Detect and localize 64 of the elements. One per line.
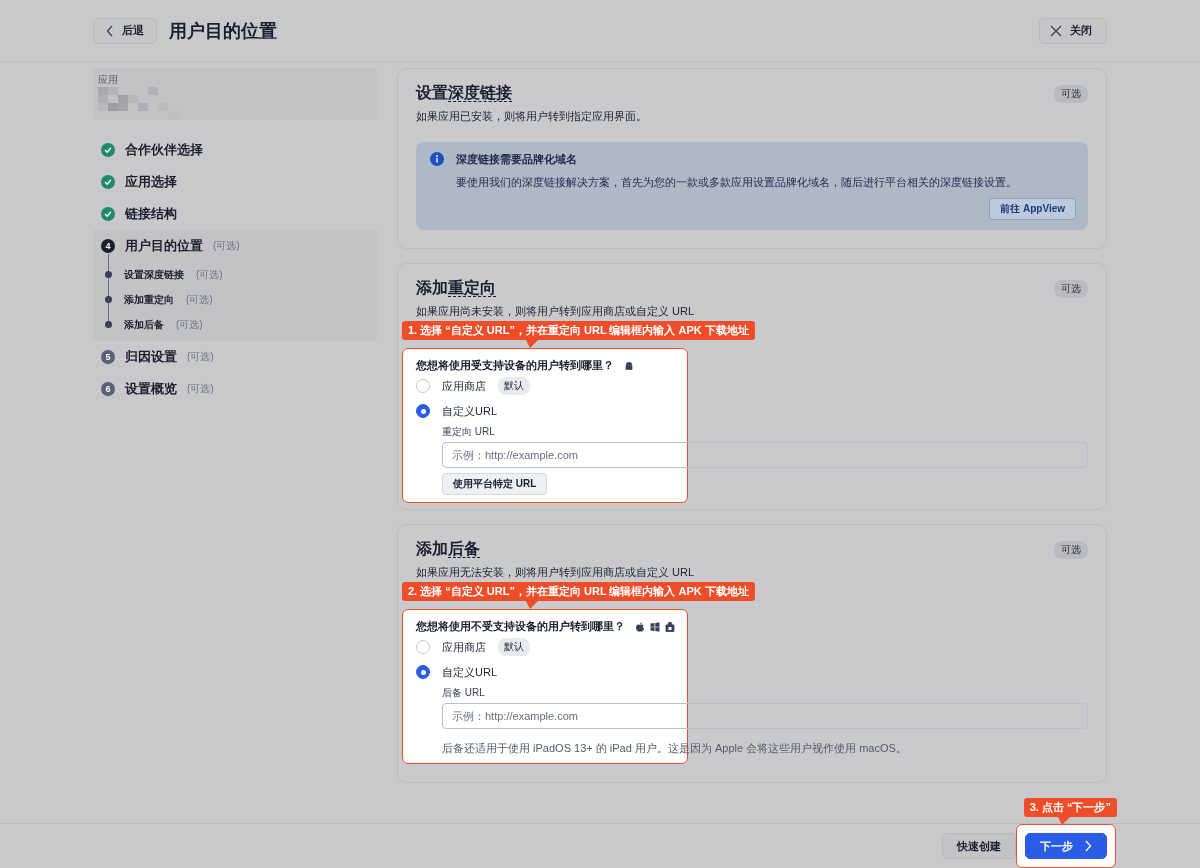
app-label: 应用 <box>98 73 119 87</box>
optional-tag: (可选) <box>213 239 240 253</box>
optional-tag: (可选) <box>187 382 214 396</box>
url-input-field[interactable]: 示例：http://example.com <box>442 703 1088 729</box>
chevron-left-icon <box>106 24 114 37</box>
optional-badge: 可选 <box>1054 540 1088 559</box>
optional-badge: 可选 <box>1054 279 1088 298</box>
next-button[interactable]: 下一步 <box>1025 833 1107 859</box>
back-button[interactable]: 后退 <box>93 17 157 44</box>
step-label[interactable]: 链接结构 <box>125 205 177 223</box>
page-title: 用户目的位置 <box>169 19 278 43</box>
optional-tag: (可选) <box>176 317 203 332</box>
close-button[interactable]: 关闭 <box>1039 17 1107 44</box>
callout-pointer-icon <box>526 601 538 609</box>
step-label[interactable]: 设置概览 <box>125 380 177 398</box>
step-label[interactable]: 合作伙伴选择 <box>125 141 203 159</box>
radio-label[interactable]: 自定义URL <box>442 403 497 419</box>
section-title: 添加重定向 <box>416 278 496 299</box>
default-tag: 默认 <box>498 638 530 656</box>
section-description: 如果应用尚未安装，则将用户转到应用商店或自定义 URL <box>416 304 696 319</box>
quick-create-button[interactable]: 快速创建 <box>942 833 1016 859</box>
callout-pointer-icon <box>526 340 538 348</box>
chevron-right-icon <box>1085 840 1092 852</box>
section-title: 添加后备 <box>416 539 480 560</box>
step-number: 4 <box>101 239 115 253</box>
step-dot <box>105 271 112 278</box>
question-label: 您想将使用受支持设备的用户转到哪里？ <box>416 358 614 373</box>
optional-badge: 可选 <box>1054 84 1088 103</box>
step-number: 6 <box>101 382 115 396</box>
field-label: 重定向 URL <box>442 425 496 439</box>
substep-label[interactable]: 添加重定向 <box>124 292 174 307</box>
apple-icon <box>635 621 645 632</box>
step-label[interactable]: 用户目的位置 <box>125 237 203 255</box>
step-number: 5 <box>101 350 115 364</box>
windows-icon <box>650 621 660 632</box>
section-title: 设置深度链接 <box>416 83 512 104</box>
info-title: 深度链接需要品牌化域名 <box>456 152 578 167</box>
platform-url-button[interactable]: 使用平台特定 URL <box>442 473 548 495</box>
check-circle-icon <box>101 207 115 221</box>
field-label: 后备 URL <box>442 686 486 700</box>
step-dot <box>105 296 112 303</box>
check-circle-icon <box>101 175 115 189</box>
info-icon <box>430 152 444 166</box>
step-dot <box>105 321 112 328</box>
optional-tag: (可选) <box>186 292 213 307</box>
section-description: 如果应用已安装，则将用户转到指定应用界面。 <box>416 109 648 124</box>
check-circle-icon <box>101 143 115 157</box>
info-text: 要使用我们的深度链接解决方案，首先为您的一款或多款应用设置品牌化域名，随后进行平台相关的深度链接设置。 <box>456 175 1018 190</box>
url-input-field[interactable]: 示例：http://example.com <box>442 442 1088 468</box>
optional-tag: (可选) <box>196 267 223 282</box>
question-label: 您想将使用不受支持设备的用户转到哪里？ <box>416 619 625 634</box>
radio-label[interactable]: 应用商店 <box>442 639 486 655</box>
close-icon <box>1050 24 1062 37</box>
step-label[interactable]: 归因设置 <box>125 348 177 366</box>
substep-label[interactable]: 添加后备 <box>124 317 164 332</box>
step-label[interactable]: 应用选择 <box>125 173 177 191</box>
appview-button[interactable]: 前往 AppView <box>989 198 1076 220</box>
substep-label[interactable]: 设置深度链接 <box>124 267 184 282</box>
optional-tag: (可选) <box>187 350 214 364</box>
default-tag: 默认 <box>498 377 530 395</box>
section-description: 如果应用无法安装，则将用户转到应用商店或自定义 URL <box>416 565 696 580</box>
radio-label[interactable]: 自定义URL <box>442 664 497 680</box>
shopping-bag-icon <box>665 621 675 632</box>
radio-label[interactable]: 应用商店 <box>442 378 486 394</box>
